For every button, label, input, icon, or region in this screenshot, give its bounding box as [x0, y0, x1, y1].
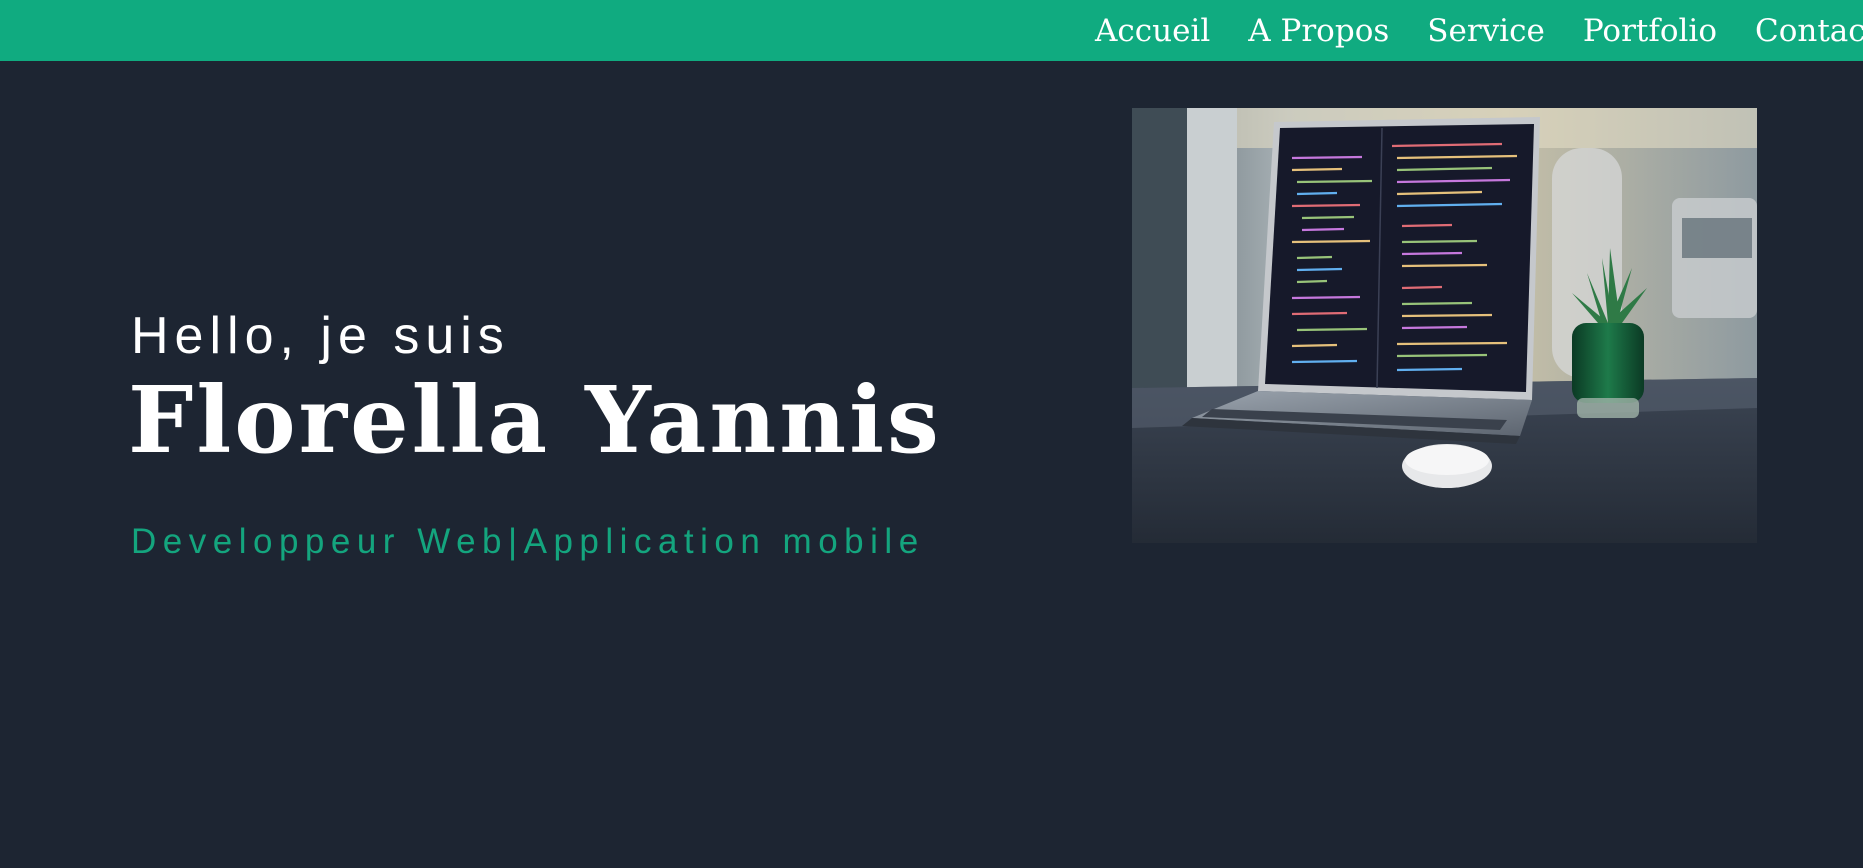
top-navigation-bar: Accueil A Propos Service Portfolio Conta…	[0, 0, 1863, 61]
hero-laptop-photo	[1132, 108, 1757, 543]
nav-link-service[interactable]: Service	[1427, 13, 1545, 49]
nav-link-portfolio[interactable]: Portfolio	[1583, 13, 1717, 49]
nav-link-contact[interactable]: Contact	[1755, 13, 1863, 49]
hero-section: Hello, je suis Florella Yannis Developpe…	[128, 307, 1031, 561]
laptop-screen	[1258, 117, 1540, 400]
nav-link-a-propos[interactable]: A Propos	[1248, 13, 1389, 49]
hero-greeting: Hello, je suis	[131, 307, 510, 365]
hero-name: Florella Yannis	[128, 366, 942, 474]
nav-link-accueil[interactable]: Accueil	[1095, 13, 1210, 49]
main-nav: Accueil A Propos Service Portfolio Conta…	[1095, 0, 1863, 61]
hero-role: Developpeur Web|Application mobile	[131, 522, 925, 561]
